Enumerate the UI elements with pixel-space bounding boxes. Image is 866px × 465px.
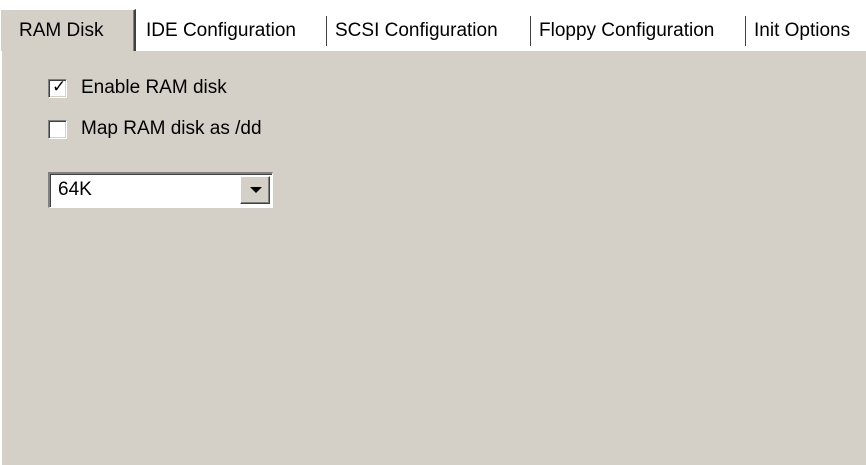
tab-strip: RAM Disk IDE Configuration SCSI Configur… (0, 0, 866, 51)
ram-disk-size-value: 64K (58, 179, 92, 200)
ram-disk-panel (0, 50, 866, 465)
map-ram-disk-label[interactable]: Map RAM disk as /dd (81, 118, 262, 140)
dropdown-button[interactable] (240, 176, 270, 204)
check-mark-icon: ✓ (52, 76, 67, 96)
ram-disk-size-select[interactable]: 64K (48, 172, 273, 208)
tab-scsi-configuration[interactable]: SCSI Configuration (327, 13, 531, 50)
tab-floppy-configuration[interactable]: Floppy Configuration (531, 13, 746, 50)
tab-label: RAM Disk (19, 20, 104, 41)
enable-ram-disk-checkbox[interactable]: ✓ (48, 76, 67, 98)
map-ram-disk-row[interactable]: Map RAM disk as /dd (48, 117, 262, 141)
tab-label: SCSI Configuration (335, 20, 498, 41)
tab-label: Floppy Configuration (539, 20, 715, 41)
enable-ram-disk-row[interactable]: ✓ Enable RAM disk (48, 76, 227, 100)
enable-ram-disk-label[interactable]: Enable RAM disk (81, 77, 227, 99)
map-ram-disk-checkbox[interactable] (48, 119, 67, 139)
tab-ram-disk[interactable]: RAM Disk (0, 9, 136, 51)
tab-label: IDE Configuration (146, 20, 296, 41)
tab-init-options[interactable]: Init Options (746, 13, 866, 50)
tab-label: Init Options (754, 20, 851, 41)
chevron-down-icon (250, 187, 262, 193)
tab-ide-configuration[interactable]: IDE Configuration (138, 13, 327, 50)
